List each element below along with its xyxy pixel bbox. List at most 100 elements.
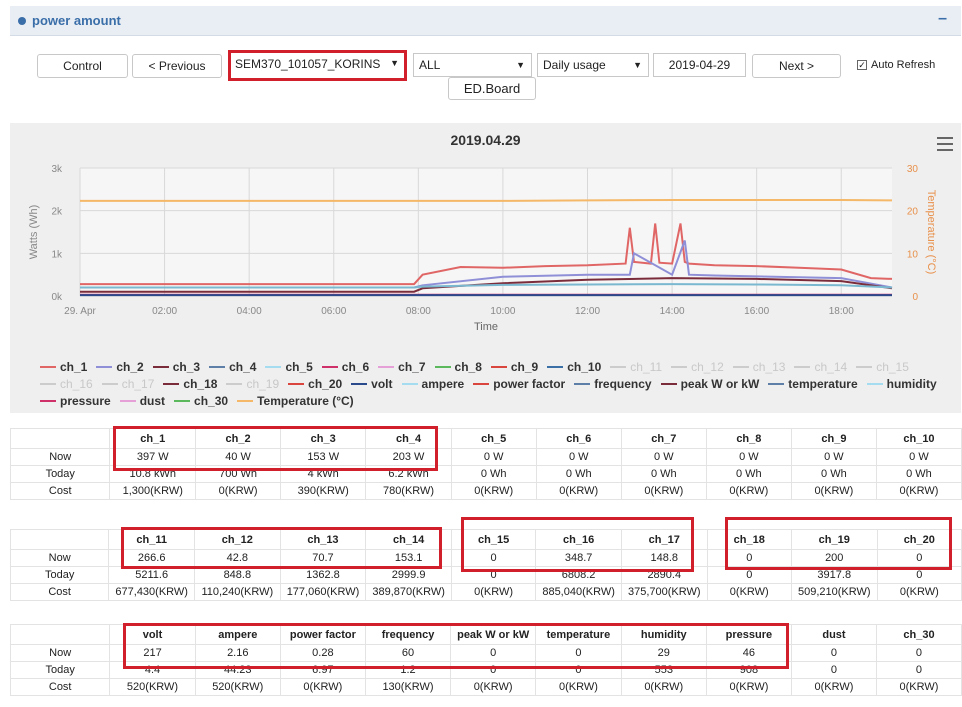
column-header bbox=[9, 529, 110, 550]
legend-swatch bbox=[610, 366, 627, 368]
legend-item[interactable]: ch_8 bbox=[434, 360, 482, 374]
legend-swatch bbox=[321, 366, 338, 368]
channel-select-value: ALL bbox=[419, 58, 441, 72]
legend-swatch bbox=[401, 383, 418, 385]
legend-item[interactable]: dust bbox=[119, 394, 165, 408]
legend-label: pressure bbox=[60, 394, 111, 408]
row-label: Now bbox=[9, 448, 111, 466]
row-label: Now bbox=[9, 549, 110, 567]
legend-item[interactable]: ch_12 bbox=[671, 360, 724, 374]
table-cell: 520(KRW) bbox=[109, 678, 196, 696]
chevron-down-icon: ▼ bbox=[516, 60, 525, 70]
legend-swatch bbox=[265, 366, 282, 368]
table-cell: 885,040(KRW) bbox=[535, 583, 622, 601]
legend-label: peak W or kW bbox=[680, 377, 760, 391]
legend-item[interactable]: ch_20 bbox=[288, 377, 342, 391]
legend-swatch bbox=[40, 400, 56, 402]
table-cell: 2999.9 bbox=[365, 566, 452, 584]
x-axis-title: Time bbox=[474, 321, 498, 333]
table-cell: 0 W bbox=[450, 448, 537, 466]
legend-item[interactable]: pressure bbox=[40, 394, 111, 408]
legend-label: ch_15 bbox=[876, 360, 909, 374]
table-cell: 0 Wh bbox=[790, 465, 877, 483]
legend-swatch bbox=[732, 366, 749, 368]
legend-item[interactable]: ch_7 bbox=[378, 360, 426, 374]
y-tick-label: 2k bbox=[51, 207, 63, 218]
legend-item[interactable]: ch_11 bbox=[610, 360, 662, 374]
legend-item[interactable]: ch_18 bbox=[163, 377, 217, 391]
legend-item[interactable]: ch_2 bbox=[96, 360, 144, 374]
legend-item[interactable]: ch_14 bbox=[794, 360, 847, 374]
column-header: ch_5 bbox=[450, 428, 537, 449]
x-tick-label: 08:00 bbox=[406, 306, 431, 317]
legend-item[interactable]: ampere bbox=[401, 377, 465, 391]
table-cell: 390(KRW) bbox=[280, 482, 367, 500]
legend-label: ch_4 bbox=[229, 360, 257, 374]
x-tick-label: 16:00 bbox=[744, 306, 769, 317]
legend-swatch bbox=[856, 366, 873, 368]
legend-item[interactable]: peak W or kW bbox=[660, 377, 760, 391]
auto-refresh-toggle[interactable]: ✓ Auto Refresh bbox=[857, 59, 935, 71]
legend-swatch bbox=[237, 400, 254, 402]
legend-item[interactable]: volt bbox=[351, 377, 393, 391]
column-header bbox=[9, 428, 111, 449]
legend-item[interactable]: ch_4 bbox=[209, 360, 256, 374]
legend-item[interactable]: frequency bbox=[574, 377, 652, 391]
usage-chart: 2019.04.29 0k 1k 2k 3k 0 10 20 30 29. Apr 02:00 04… bbox=[10, 123, 961, 413]
legend-swatch bbox=[660, 383, 677, 385]
row-label: Cost bbox=[9, 482, 111, 500]
legend-item[interactable]: ch_10 bbox=[547, 360, 601, 374]
legend-item[interactable]: ch_16 bbox=[40, 377, 93, 391]
highlight-box bbox=[228, 50, 407, 81]
panel-header: power amount – bbox=[10, 6, 961, 36]
legend-item[interactable]: Temperature (°C) bbox=[237, 394, 354, 408]
highlight-box bbox=[113, 426, 438, 471]
channel-select[interactable]: ALL ▼ bbox=[413, 53, 532, 77]
edboard-button[interactable]: ED.Board bbox=[448, 77, 536, 100]
control-button[interactable]: Control bbox=[37, 54, 128, 78]
legend-item[interactable]: humidity bbox=[866, 377, 937, 391]
checkbox-icon[interactable]: ✓ bbox=[857, 60, 867, 70]
date-input[interactable]: 2019-04-29 bbox=[653, 53, 746, 77]
legend-label: volt bbox=[371, 377, 393, 391]
table-cell: 0(KRW) bbox=[450, 583, 537, 601]
legend-label: Temperature (°C) bbox=[257, 394, 354, 408]
y2-tick-label: 30 bbox=[907, 164, 919, 175]
table-cell: 0 Wh bbox=[620, 465, 707, 483]
legend-swatch bbox=[163, 383, 180, 385]
legend-label: ampere bbox=[421, 377, 465, 391]
legend-swatch bbox=[40, 383, 56, 385]
legend-item[interactable]: ch_5 bbox=[265, 360, 313, 374]
mode-select[interactable]: Daily usage ▼ bbox=[537, 53, 649, 77]
legend-item[interactable]: ch_6 bbox=[321, 360, 369, 374]
legend-label: ch_9 bbox=[510, 360, 539, 374]
table-row: Cost 677,430(KRW) 110,240(KRW) 177,060(KRW)… bbox=[9, 583, 962, 601]
table-cell: 0 W bbox=[705, 448, 792, 466]
table-cell: 0(KRW) bbox=[790, 482, 877, 500]
legend-swatch bbox=[152, 366, 169, 368]
legend-item[interactable]: ch_13 bbox=[732, 360, 785, 374]
legend-item[interactable]: ch_19 bbox=[226, 377, 279, 391]
legend-item[interactable]: ch_17 bbox=[101, 377, 154, 391]
x-tick-label: 10:00 bbox=[490, 306, 515, 317]
legend-swatch bbox=[101, 383, 118, 385]
y-tick-label: 1k bbox=[51, 249, 63, 260]
row-label: Now bbox=[9, 644, 111, 662]
column-header: ch_30 bbox=[875, 624, 962, 645]
y2-tick-label: 20 bbox=[907, 207, 919, 218]
legend-label: ch_2 bbox=[116, 360, 144, 374]
series-line-temperature-c- bbox=[80, 199, 893, 202]
legend-item[interactable]: power factor bbox=[473, 377, 565, 391]
previous-button[interactable]: < Previous bbox=[132, 54, 222, 78]
legend-swatch bbox=[547, 366, 564, 368]
legend-item[interactable]: temperature bbox=[768, 377, 858, 391]
legend-item[interactable]: ch_1 bbox=[40, 360, 87, 374]
x-tick-label: 18:00 bbox=[829, 306, 854, 317]
legend-item[interactable]: ch_9 bbox=[490, 360, 539, 374]
legend-label: frequency bbox=[594, 377, 652, 391]
legend-item[interactable]: ch_30 bbox=[174, 394, 228, 408]
legend-item[interactable]: ch_3 bbox=[152, 360, 200, 374]
collapse-button[interactable]: – bbox=[938, 10, 947, 28]
next-button[interactable]: Next > bbox=[752, 54, 841, 78]
legend-item[interactable]: ch_15 bbox=[856, 360, 909, 374]
